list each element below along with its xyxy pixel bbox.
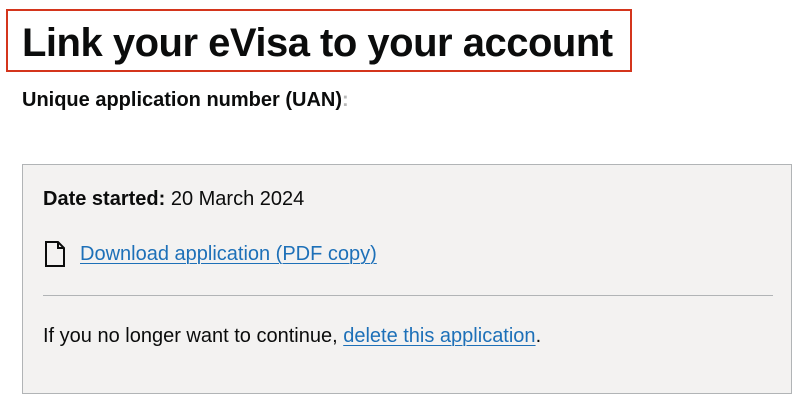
section-divider [43, 295, 773, 296]
uan-label: Unique application number (UAN) [22, 89, 342, 111]
date-started-line: Date started: 20 March 2024 [43, 186, 304, 212]
continue-suffix: . [535, 325, 542, 347]
date-started-label: Date started: [43, 188, 166, 210]
download-application-row: Download application (PDF copy) [43, 240, 377, 268]
date-started-value: 20 March 2024 [170, 188, 305, 210]
uan-line: Unique application number (UAN): [22, 87, 349, 113]
continue-prefix: If you no longer want to continue, [43, 325, 338, 347]
delete-application-link[interactable]: delete this application [343, 325, 535, 347]
download-application-link[interactable]: Download application (PDF copy) [80, 241, 377, 267]
delete-application-line: If you no longer want to continue, delet… [43, 323, 541, 349]
file-icon [43, 240, 67, 268]
application-summary-panel: Date started: 20 March 2024 Download app… [22, 164, 792, 394]
page-title: Link your eVisa to your account [22, 21, 613, 65]
uan-colon: : [342, 89, 349, 111]
